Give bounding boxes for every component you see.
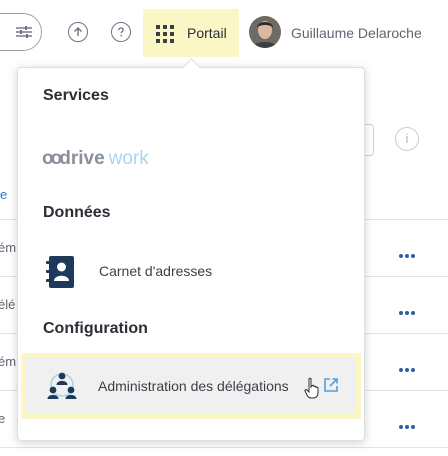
oodrive-work-logo[interactable]: oodrive work bbox=[42, 148, 149, 170]
list-item: élé bbox=[0, 297, 16, 312]
user-name[interactable]: Guillaume Delaroche bbox=[291, 25, 422, 41]
external-link-icon[interactable] bbox=[322, 376, 340, 394]
list-item: ém bbox=[0, 354, 17, 369]
hand-pointer-cursor-icon bbox=[304, 377, 319, 399]
portail-button[interactable]: Portail bbox=[143, 9, 239, 57]
menu-item-label: Administration des délégations bbox=[98, 378, 289, 394]
help-button[interactable] bbox=[111, 22, 131, 42]
portail-label: Portail bbox=[187, 25, 227, 41]
logo-drive: drive bbox=[59, 148, 105, 169]
question-mark-icon bbox=[118, 27, 124, 37]
more-options-icon[interactable] bbox=[399, 245, 417, 263]
list-item: e bbox=[0, 411, 6, 426]
background-link[interactable]: e bbox=[0, 187, 7, 202]
more-options-icon[interactable] bbox=[399, 302, 417, 320]
portal-dropdown-menu: Services oodrive work Données Carnet d'ad… bbox=[17, 58, 365, 441]
section-title-services: Services bbox=[43, 87, 109, 104]
filter-sliders-icon bbox=[16, 26, 32, 38]
user-avatar[interactable] bbox=[249, 16, 281, 48]
portal-page: Portail Guillaume Delaroche i e ém élé é… bbox=[0, 0, 448, 456]
address-book-icon bbox=[46, 256, 74, 288]
arrow-up-icon bbox=[74, 27, 82, 36]
info-glyph: i bbox=[405, 131, 409, 146]
list-item: ém bbox=[0, 240, 17, 255]
user-photo-icon bbox=[249, 16, 281, 48]
top-bar: Portail Guillaume Delaroche bbox=[0, 0, 448, 66]
section-title-donnees: Données bbox=[43, 204, 111, 221]
menu-item-administration-delegations[interactable]: Administration des délégations bbox=[21, 353, 361, 419]
row-divider bbox=[0, 447, 448, 448]
logo-oo: oo bbox=[42, 148, 62, 169]
upload-button[interactable] bbox=[68, 22, 88, 42]
more-options-icon[interactable] bbox=[399, 359, 417, 377]
app-grid-icon bbox=[156, 25, 174, 43]
info-icon[interactable]: i bbox=[395, 127, 419, 151]
menu-item-carnet-adresses[interactable]: Carnet d'adresses bbox=[22, 242, 360, 300]
more-options-icon[interactable] bbox=[399, 416, 417, 434]
menu-item-label: Carnet d'adresses bbox=[99, 263, 213, 279]
delegation-users-icon bbox=[47, 372, 77, 399]
logo-work: work bbox=[108, 148, 149, 169]
filter-search-pill[interactable] bbox=[0, 13, 42, 51]
section-title-configuration: Configuration bbox=[43, 320, 148, 337]
